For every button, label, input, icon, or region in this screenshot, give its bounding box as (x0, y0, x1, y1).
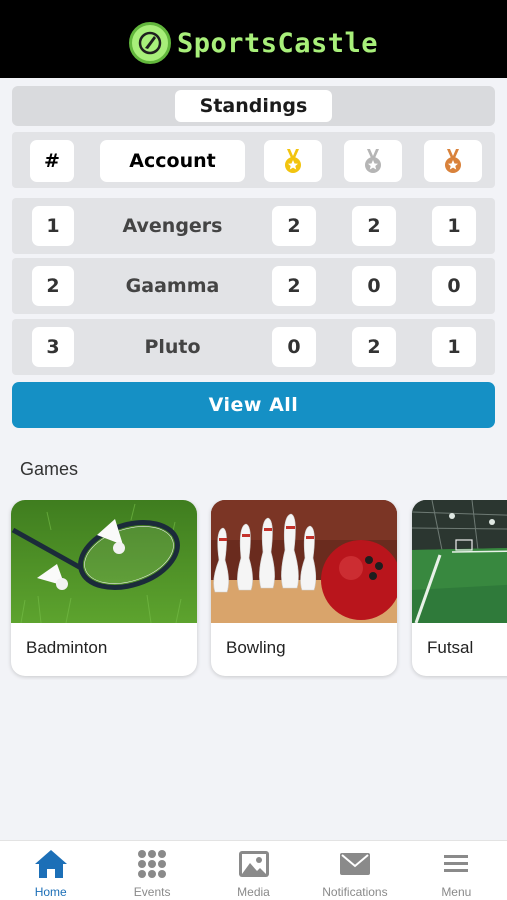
tab-label: Media (237, 885, 270, 899)
rank-cell: 3 (32, 327, 74, 367)
grid-icon (138, 850, 167, 878)
tab-media[interactable]: Media (203, 841, 304, 900)
tab-home[interactable]: Home (0, 841, 101, 900)
game-card-label: Bowling (226, 638, 286, 657)
mail-icon (339, 853, 370, 875)
standings-row[interactable]: 1 Avengers 2 2 1 (12, 198, 495, 254)
account-header: Account (100, 140, 245, 182)
gold-medal-icon (264, 140, 322, 182)
account-cell: Pluto (144, 336, 201, 358)
tab-label: Events (133, 885, 171, 899)
standings-title-bar: Standings (12, 86, 495, 126)
tab-label: Home (34, 885, 67, 899)
standings-panel: Standings # Account 1 Avengers 2 2 1 2 G… (12, 86, 495, 375)
account-cell: Avengers (122, 215, 223, 237)
rank-cell: 2 (32, 266, 74, 306)
tab-events[interactable]: Events (101, 841, 202, 900)
standings-row[interactable]: 2 Gaamma 2 0 0 (12, 258, 495, 314)
hamburger-icon (444, 855, 469, 872)
bronze-count: 0 (432, 266, 476, 306)
standings-title: Standings (174, 90, 333, 122)
tab-menu[interactable]: Menu (406, 841, 507, 900)
bottom-tab-bar: Home Events Media Notifications Menu (0, 840, 507, 900)
app-logo: SportsCastle (128, 22, 379, 64)
games-section-title: Games (20, 459, 79, 479)
standings-row[interactable]: 3 Pluto 0 2 1 (12, 319, 495, 375)
game-card-label: Futsal (427, 638, 474, 657)
game-card-bowling[interactable]: Bowling (211, 500, 397, 676)
tab-label: Menu (441, 885, 472, 899)
image-icon (238, 851, 269, 877)
app-title: SportsCastle (176, 27, 379, 59)
silver-count: 2 (352, 327, 396, 367)
badminton-image (11, 500, 197, 623)
silver-count: 0 (352, 266, 396, 306)
silver-count: 2 (352, 206, 396, 246)
home-icon (34, 850, 67, 878)
game-card-label: Badminton (26, 638, 108, 657)
bronze-count: 1 (432, 206, 476, 246)
rank-header: # (30, 140, 74, 182)
games-carousel[interactable]: Badminton Bowling Futsal (0, 500, 507, 680)
game-card-badminton[interactable]: Badminton (11, 500, 197, 676)
tab-label: Notifications (322, 885, 388, 899)
view-all-button[interactable]: View All (12, 382, 495, 428)
standings-header-row: # Account (12, 132, 495, 188)
bronze-medal-icon (424, 140, 482, 182)
account-cell: Gaamma (125, 275, 220, 297)
game-card-futsal[interactable]: Futsal (412, 500, 507, 676)
bronze-count: 1 (432, 327, 476, 367)
tab-notifications[interactable]: Notifications (304, 841, 405, 900)
rank-cell: 1 (32, 206, 74, 246)
gold-count: 0 (272, 327, 316, 367)
app-header: SportsCastle (0, 0, 507, 78)
bowling-image (211, 500, 397, 623)
logo-badge-icon (128, 22, 171, 64)
silver-medal-icon (344, 140, 402, 182)
gold-count: 2 (272, 206, 316, 246)
gold-count: 2 (272, 266, 316, 306)
futsal-image (412, 500, 507, 623)
